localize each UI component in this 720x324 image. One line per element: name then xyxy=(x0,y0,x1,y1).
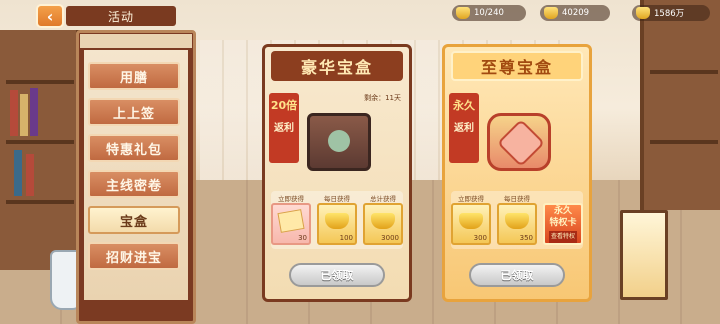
page-title: 活动 xyxy=(66,6,176,26)
coupon-icon xyxy=(277,209,305,233)
card-title: 豪华宝盒 xyxy=(271,51,403,81)
gold-ingot-icon xyxy=(371,213,395,229)
privilege-line2: 特权卡 xyxy=(549,218,577,228)
deluxe-box-card: 豪华宝盒 20倍 返利 剩余：11天 立即获得 每日获得 总计获得 30 100… xyxy=(262,44,412,302)
card-title: 至尊宝盒 xyxy=(451,51,583,81)
supreme-box-icon xyxy=(487,113,551,171)
deluxe-box-icon xyxy=(307,113,371,171)
reward-amount: 300 xyxy=(473,234,487,242)
reward-amount: 100 xyxy=(339,234,353,242)
gold-ingot-icon xyxy=(544,7,558,19)
resource-chest: 10/240 xyxy=(452,5,526,21)
reward-amount: 3000 xyxy=(381,234,399,242)
reward-label-instant: 立即获得 xyxy=(458,195,484,203)
menu-item-fortune-lot[interactable]: 上上签 xyxy=(88,98,180,126)
remaining-days: 剩余：11天 xyxy=(364,94,401,102)
rebate-multiplier: 20倍 xyxy=(270,99,298,112)
resource-coin: 1586万 xyxy=(632,5,710,21)
menu-item-treasure-box[interactable]: 宝盒 xyxy=(88,206,180,234)
privilege-card-button[interactable]: 永久 特权卡 查看特权 xyxy=(543,203,583,245)
privilege-line1: 永久 xyxy=(553,206,572,216)
resource-ingot-value: 40209 xyxy=(562,8,590,18)
rebate-tag: 20倍 返利 xyxy=(269,93,299,163)
reward-slot[interactable]: 300 xyxy=(451,203,491,245)
resource-coin-value: 1586万 xyxy=(654,9,685,19)
rebate-tag: 永久 返利 xyxy=(449,93,479,163)
reward-label-instant: 立即获得 xyxy=(278,195,304,203)
reward-slot[interactable]: 30 xyxy=(271,203,311,245)
gold-chest-icon xyxy=(456,7,470,19)
rebate-label: 返利 xyxy=(274,123,294,134)
menu-item-wealth[interactable]: 招财进宝 xyxy=(88,242,180,270)
back-button[interactable]: ‹ xyxy=(36,4,64,28)
claimed-button[interactable]: 已领取 xyxy=(469,263,565,287)
menu-scroll-top xyxy=(80,34,192,48)
chevron-left-icon: ‹ xyxy=(46,6,54,26)
reward-amount: 350 xyxy=(519,234,533,242)
menu-item-meal[interactable]: 用膳 xyxy=(88,62,180,90)
coin-pile-icon xyxy=(636,7,650,19)
resource-ingot: 40209 xyxy=(540,5,610,21)
claimed-button[interactable]: 已领取 xyxy=(289,263,385,287)
supreme-box-card: 至尊宝盒 永久 返利 立即获得 每日获得 300 350 永久 特权卡 查看特权… xyxy=(442,44,592,302)
menu-item-special-pack[interactable]: 特惠礼包 xyxy=(88,134,180,162)
reward-amount: 30 xyxy=(298,234,307,242)
reward-slot[interactable]: 3000 xyxy=(363,203,403,245)
reward-slot[interactable]: 350 xyxy=(497,203,537,245)
view-privilege-link[interactable]: 查看特权 xyxy=(548,231,577,243)
bookshelf-left xyxy=(0,30,80,270)
rebate-permanent: 永久 xyxy=(453,99,475,112)
rebate-label: 返利 xyxy=(454,123,474,134)
reward-label-total: 总计获得 xyxy=(370,195,396,203)
gold-ingot-icon xyxy=(505,213,529,229)
reward-label-daily: 每日获得 xyxy=(504,195,530,203)
reward-slot[interactable]: 100 xyxy=(317,203,357,245)
resource-chest-value: 10/240 xyxy=(474,8,504,18)
menu-item-main-scroll[interactable]: 主线密卷 xyxy=(88,170,180,198)
lantern-decoration xyxy=(620,210,668,300)
bookshelf-right xyxy=(640,0,720,210)
reward-label-daily: 每日获得 xyxy=(324,195,350,203)
gold-ingot-icon xyxy=(459,213,483,229)
gold-ingot-icon xyxy=(325,213,349,229)
